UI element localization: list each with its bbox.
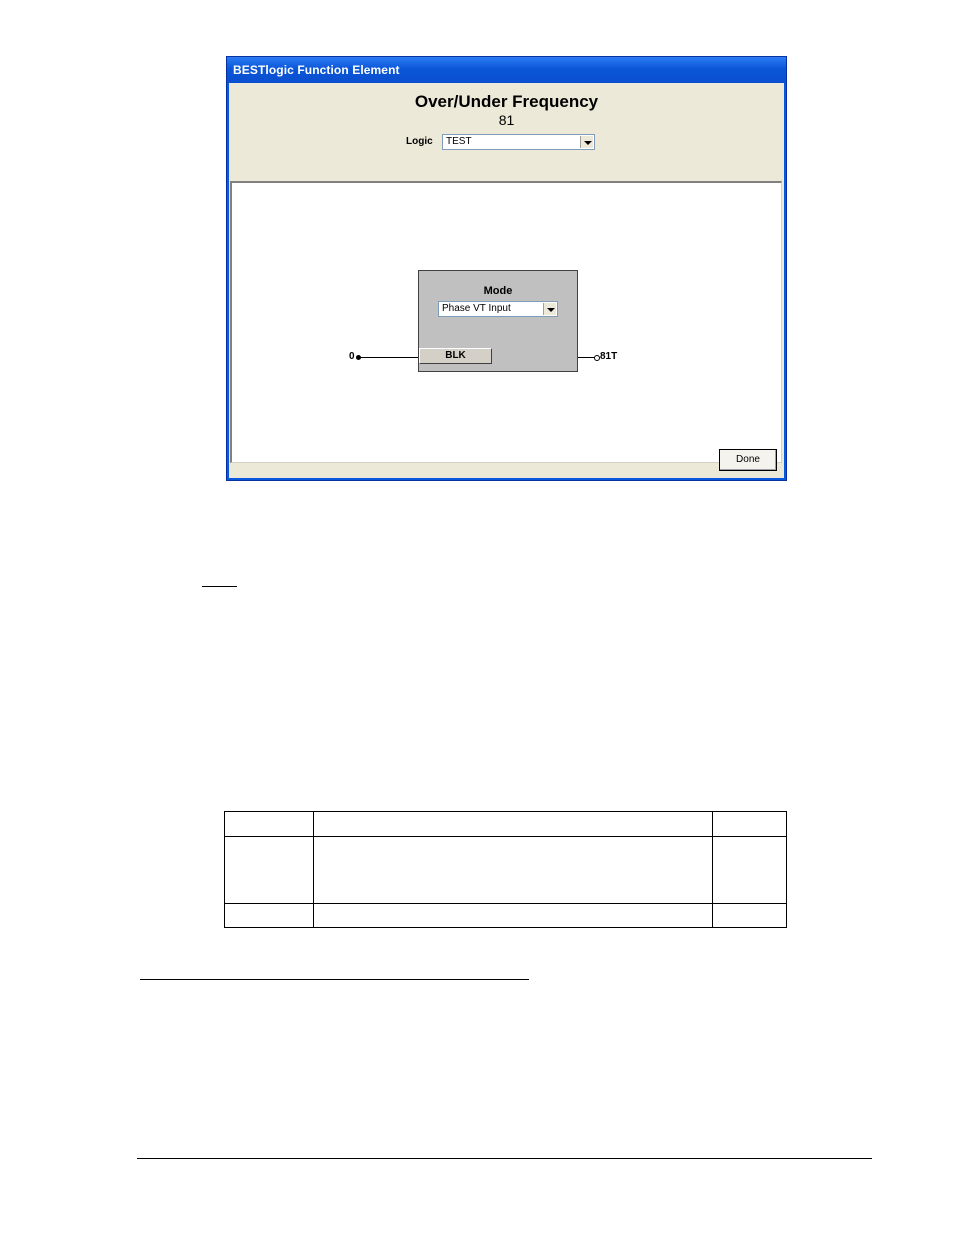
table-row [224,903,787,928]
logic-select[interactable]: TEST [442,134,595,150]
input-wire [360,357,418,358]
title-bar[interactable]: BESTlogic Function Element [227,57,786,83]
table-cell [224,903,314,928]
table-cell [313,903,713,928]
dialog-client-area: Over/Under Frequency 81 Logic TEST 0 Mod… [229,83,784,478]
table-cell [712,811,787,837]
output-label: 81T [600,351,618,362]
table-row [224,836,787,904]
bestlogic-dialog: BESTlogic Function Element Over/Under Fr… [226,56,787,481]
chevron-down-icon[interactable] [543,303,556,315]
function-block: Mode Phase VT Input BLK [418,270,578,372]
window-title: BESTlogic Function Element [233,63,400,77]
chevron-down-icon[interactable] [580,136,593,148]
element-title: Over/Under Frequency [414,92,599,111]
mode-label: Mode [483,285,513,297]
table-cell [313,836,713,904]
footer-divider [137,1158,872,1159]
output-wire [578,357,595,358]
table-cell [224,836,314,904]
blk-input-button[interactable]: BLK [419,348,492,364]
underline-mark [202,586,237,587]
table-cell [224,811,314,837]
table-cell [712,836,787,904]
blk-input-value[interactable]: 0 [349,351,355,362]
footnote-divider [140,979,529,980]
logic-label: Logic [406,136,433,147]
done-button[interactable]: Done [719,449,777,471]
mode-select-value: Phase VT Input [442,303,511,314]
element-number: 81 [498,112,515,128]
logic-select-value: TEST [446,136,472,147]
doc-table [224,811,787,928]
mode-select[interactable]: Phase VT Input [438,301,558,317]
table-row [224,811,787,837]
table-cell [712,903,787,928]
table-cell [313,811,713,837]
logic-diagram-canvas: 0 Mode Phase VT Input BLK 81T [230,181,782,463]
